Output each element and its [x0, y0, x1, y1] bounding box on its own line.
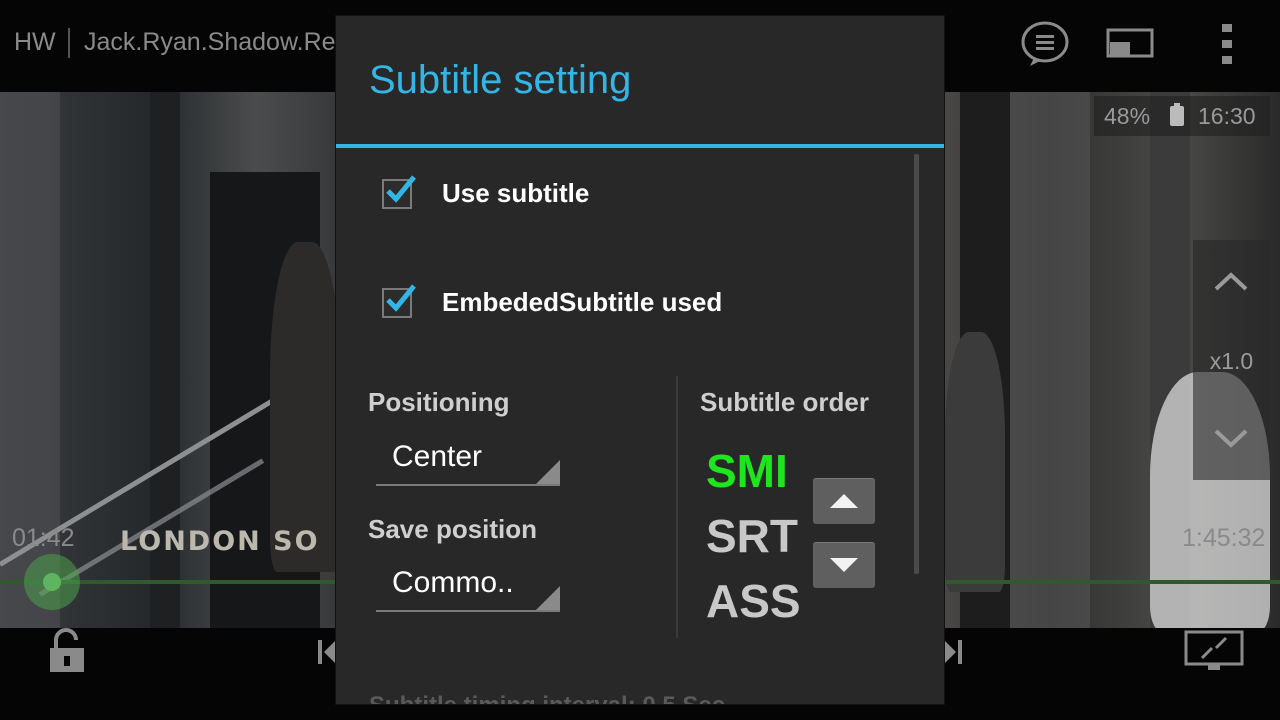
subtitle-setting-dialog: Subtitle setting Use subtitle EmbededSub…	[336, 16, 944, 704]
clock: 16:30	[1198, 103, 1256, 129]
battery-icon	[1170, 103, 1184, 126]
next-icon[interactable]	[944, 638, 964, 666]
use-subtitle-row[interactable]: Use subtitle	[382, 174, 590, 209]
decoder-mode-label[interactable]: HW	[14, 28, 56, 57]
order-item-srt[interactable]: SRT	[706, 509, 798, 563]
use-subtitle-label: Use subtitle	[442, 178, 590, 208]
dialog-title: Subtitle setting	[369, 58, 632, 102]
save-position-value: Commo..	[392, 566, 514, 599]
order-item-ass[interactable]: ASS	[706, 574, 801, 628]
video-caption-text: LONDON SO	[120, 526, 320, 557]
column-divider	[676, 376, 678, 638]
embedded-subtitle-row[interactable]: EmbededSubtitle used	[382, 283, 723, 318]
overflow-menu-icon[interactable]	[1220, 22, 1234, 66]
save-position-label: Save position	[368, 514, 538, 544]
positioning-dropdown[interactable]: Center	[376, 438, 560, 486]
use-subtitle-checkbox[interactable]	[382, 174, 416, 209]
move-up-button[interactable]	[813, 478, 875, 524]
title-separator	[68, 28, 70, 58]
total-time: 1:45:32	[1182, 524, 1266, 552]
unlock-icon[interactable]	[48, 628, 86, 674]
save-position-dropdown[interactable]: Commo..	[376, 564, 560, 612]
subtitle-timing-row-partial: Subtitle timing interval: 0.5 Sec	[369, 692, 725, 704]
popup-window-icon[interactable]	[1106, 28, 1156, 58]
move-down-button[interactable]	[813, 542, 875, 588]
previous-icon[interactable]	[316, 638, 336, 666]
order-item-smi[interactable]: SMI	[706, 444, 788, 498]
triangle-up-icon	[830, 494, 858, 508]
dropdown-corner-icon	[536, 460, 560, 484]
battery-percent: 48%	[1104, 103, 1151, 129]
subtitle-bubble-icon[interactable]	[1020, 20, 1072, 68]
positioning-value: Center	[392, 440, 483, 473]
dialog-title-divider	[336, 144, 944, 148]
seek-thumb[interactable]	[24, 554, 80, 610]
speed-panel: x1.0	[1193, 240, 1270, 480]
elapsed-time: 01:42	[12, 524, 75, 552]
checkmark-icon	[386, 174, 416, 203]
embedded-subtitle-label: EmbededSubtitle used	[442, 287, 723, 317]
dialog-scrollbar[interactable]	[914, 154, 919, 574]
status-overlay: 48% 16:30	[1094, 96, 1270, 136]
speed-down-icon[interactable]	[1213, 428, 1249, 450]
embedded-subtitle-checkbox[interactable]	[382, 283, 416, 318]
subtitle-order-label: Subtitle order	[700, 387, 870, 417]
positioning-label: Positioning	[368, 387, 510, 417]
screen-ratio-icon[interactable]	[1184, 630, 1246, 672]
triangle-down-icon	[830, 558, 858, 572]
playback-speed: x1.0	[1209, 348, 1254, 374]
speed-up-icon[interactable]	[1213, 270, 1249, 292]
checkmark-icon	[386, 283, 416, 312]
dropdown-corner-icon	[536, 586, 560, 610]
